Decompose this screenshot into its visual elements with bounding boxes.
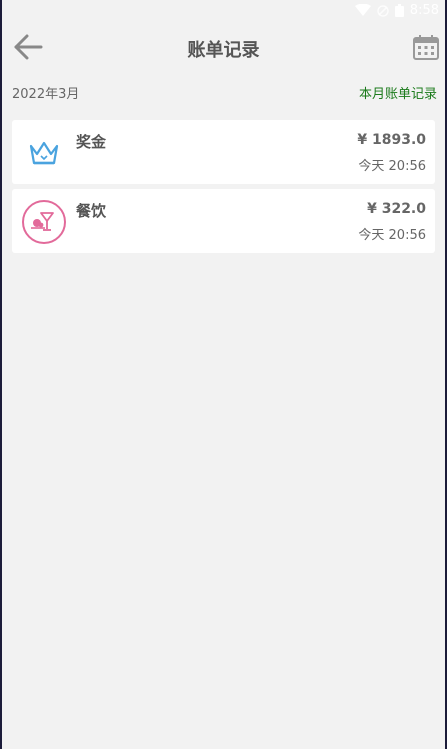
bill-time: 今天 20:56	[358, 228, 426, 243]
calendar-button[interactable]	[409, 32, 443, 62]
dining-icon	[21, 199, 67, 245]
signal-off-icon	[377, 4, 389, 17]
app-header: 账单记录	[2, 24, 445, 70]
bill-list: 奖金 ¥ 1893.0 今天 20:56 餐饮 ¥ 322.0 今天 20:56	[12, 120, 435, 258]
month-bar: 2022年3月 本月账单记录	[12, 80, 437, 104]
bill-amount: ¥ 1893.0	[357, 132, 426, 148]
bill-item-bonus[interactable]: 奖金 ¥ 1893.0 今天 20:56	[12, 120, 435, 184]
wifi-icon	[354, 4, 371, 16]
bill-amount: ¥ 322.0	[367, 201, 426, 217]
monthly-bills-link[interactable]: 本月账单记录	[359, 83, 437, 102]
bill-item-dining[interactable]: 餐饮 ¥ 322.0 今天 20:56	[12, 189, 435, 253]
calendar-icon	[413, 35, 439, 60]
page-title: 账单记录	[187, 40, 260, 61]
bill-name: 餐饮	[76, 202, 107, 220]
crown-icon	[21, 130, 67, 176]
screen: 8:58 账单记录 2022年3月 本月账单记录 奖金 ¥ 1893.0 今天 …	[2, 0, 445, 749]
status-time: 8:58	[409, 3, 439, 18]
status-bar: 8:58	[2, 0, 445, 24]
battery-icon	[394, 4, 404, 17]
bill-time: 今天 20:56	[358, 159, 426, 174]
status-icons: 8:58	[354, 3, 439, 18]
current-month: 2022年3月	[12, 86, 80, 102]
bill-name: 奖金	[76, 133, 107, 151]
